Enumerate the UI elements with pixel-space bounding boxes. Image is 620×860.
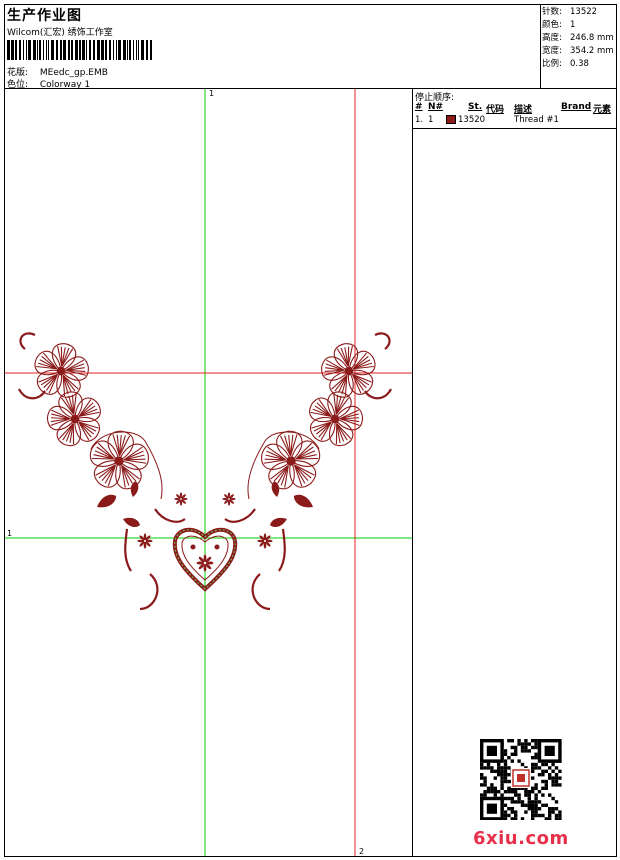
watermark-logo: 6xiu.com (473, 828, 569, 849)
heart-star (196, 554, 214, 572)
leaf-left (97, 494, 117, 508)
guide-label-h1: 1 (7, 529, 13, 538)
page-title: 生产作业图 (7, 8, 82, 24)
row-description: Thread #1 (514, 115, 559, 125)
qr-code (480, 739, 562, 820)
leaf2-left (123, 517, 140, 528)
curl-low-left (139, 573, 159, 611)
panel-divider (413, 128, 617, 129)
flower-mid-right (309, 391, 364, 447)
col-header-code: 代码 (486, 105, 505, 115)
curl-top-left (19, 332, 36, 350)
guide-label-v1: 1 (209, 89, 215, 98)
col-header-brand: Brand (561, 102, 592, 112)
curl-low-right (251, 573, 271, 611)
curl-top-right (374, 332, 391, 350)
stat-label: 针数: (542, 7, 562, 17)
row-stitches: 13520 (458, 115, 486, 125)
studio-name: Wilcom(汇宏) 绣饰工作室 (7, 28, 113, 38)
guide-label-v2: 2 (359, 847, 365, 856)
swirl-left (154, 508, 186, 523)
col-header-description: 描述 (514, 105, 533, 115)
stat-height: 高度: 246.8 mm (542, 31, 614, 43)
flower-top-right (321, 343, 376, 398)
heart-dot (214, 544, 220, 550)
header-info: 生产作业图 Wilcom(汇宏) 绣饰工作室 花版: MEedc_gp.EMB … (4, 4, 541, 90)
stat-value: 246.8 mm (570, 33, 614, 43)
star-left-left (137, 533, 153, 549)
star-upper-left (174, 492, 188, 506)
star-left-right (257, 533, 273, 549)
stat-stitches: 针数: 13522 (542, 5, 597, 17)
stat-width: 宽度: 354.2 mm (542, 44, 614, 56)
swirl-right (224, 508, 256, 523)
stat-value: 0.38 (570, 59, 589, 69)
stat-value: 13522 (570, 7, 598, 17)
leaf2-right (270, 517, 287, 528)
stat-colors: 颜色: 1 (542, 18, 575, 30)
vine-left (124, 528, 132, 572)
heart-dot (190, 544, 196, 550)
stat-label: 高度: (542, 33, 562, 43)
stat-scale: 比例: 0.38 (542, 57, 589, 69)
embroidery-preview (5, 89, 412, 856)
design-canvas: 1 1 2 (5, 89, 412, 856)
stat-value: 354.2 mm (570, 46, 614, 56)
row-index: 1. (415, 115, 424, 125)
vine-right (278, 528, 286, 572)
stat-label: 比例: (542, 59, 562, 69)
stat-label: 宽度: (542, 46, 562, 56)
flower-mid-left (46, 391, 101, 447)
col-header-element: 元素 (593, 105, 612, 115)
barcode (7, 40, 152, 60)
row-needle: 1 (428, 115, 434, 125)
flower-top-left (34, 343, 89, 398)
design-stats: 针数: 13522 颜色: 1 高度: 246.8 mm 宽度: 354.2 mm 比例… (541, 4, 617, 89)
star-upper-right (222, 492, 236, 506)
leaf-right (293, 494, 313, 508)
col-header-stitches: St. (468, 102, 483, 112)
col-header-needle: N# (428, 102, 444, 112)
stat-label: 颜色: (542, 20, 562, 30)
thread-color-swatch (446, 115, 456, 124)
col-header-index: # (415, 102, 423, 112)
stat-value: 1 (570, 20, 576, 30)
